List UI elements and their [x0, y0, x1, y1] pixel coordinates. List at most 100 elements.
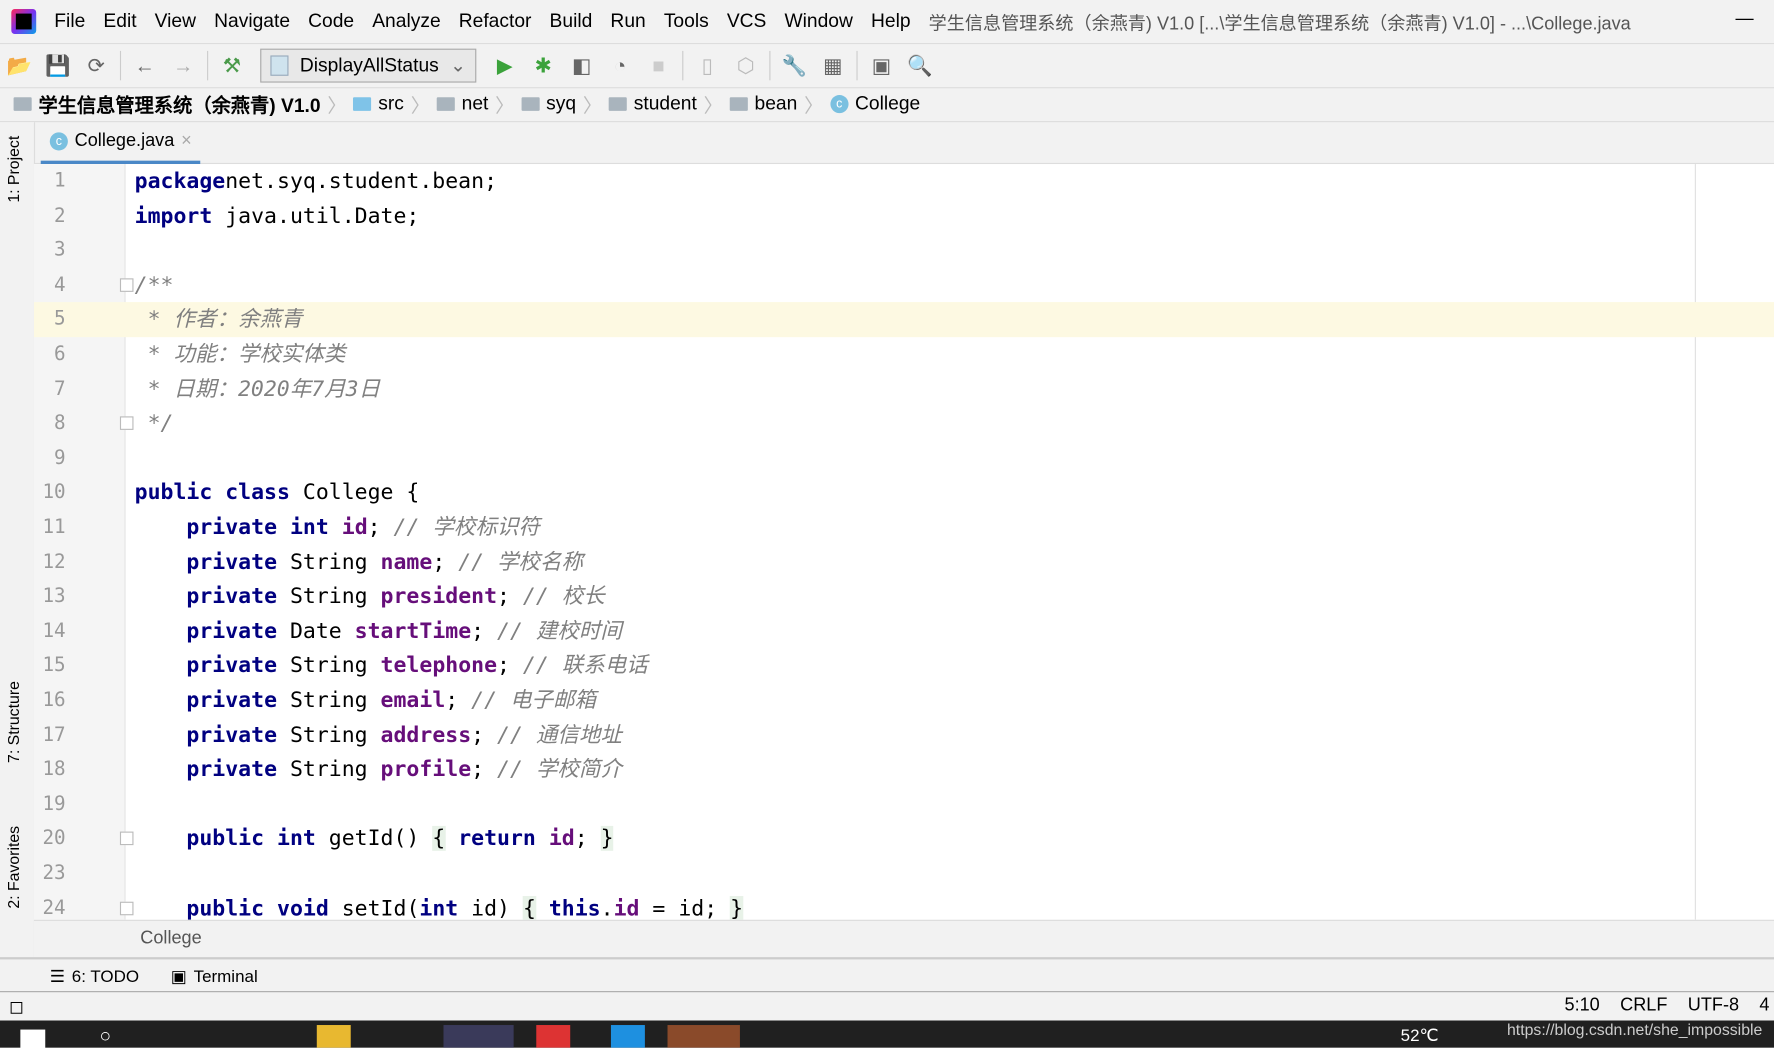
sync-icon[interactable]: ⟳: [81, 51, 110, 80]
breadcrumb-item[interactable]: student: [608, 92, 697, 115]
project-structure-icon[interactable]: ▦: [818, 51, 847, 80]
fold-marker-icon[interactable]: [119, 416, 134, 431]
todo-tool-button[interactable]: ☰ 6: TODO: [50, 966, 139, 987]
tab-college-java[interactable]: c College.java ×: [40, 122, 201, 165]
menu-code[interactable]: Code: [308, 10, 354, 33]
fold-marker-icon[interactable]: [119, 278, 134, 292]
file-encoding[interactable]: UTF-8: [1688, 996, 1739, 1016]
code-line[interactable]: 12 private String name; // 学校名称: [34, 545, 1774, 580]
line-number: 5: [54, 308, 66, 331]
line-separator[interactable]: CRLF: [1620, 996, 1667, 1016]
indent-setting[interactable]: 4: [1759, 996, 1769, 1016]
intellij-taskbar-icon[interactable]: [443, 1025, 514, 1048]
settings-wrench-icon[interactable]: 🔧: [780, 51, 809, 80]
structure-tool-tab[interactable]: 7: Structure: [5, 681, 23, 763]
breadcrumb-item[interactable]: bean: [729, 92, 797, 115]
menu-vcs[interactable]: VCS: [727, 10, 767, 33]
code-line[interactable]: 4 /**: [34, 268, 1774, 303]
code-token: private: [186, 722, 278, 748]
fold-marker-icon[interactable]: [119, 832, 134, 846]
menu-window[interactable]: Window: [784, 10, 852, 33]
code-line[interactable]: 14 private Date startTime; // 建校时间: [34, 614, 1774, 649]
toggle-tool-windows-icon[interactable]: ◻: [9, 996, 24, 1019]
menu-run[interactable]: Run: [610, 10, 645, 33]
menu-help[interactable]: Help: [871, 10, 911, 33]
config-icon: [270, 55, 289, 76]
chrome-icon[interactable]: [536, 1025, 571, 1048]
code-line[interactable]: 8 */: [34, 406, 1774, 441]
forward-icon[interactable]: →: [169, 51, 198, 80]
chevron-right-icon: 〉: [410, 95, 430, 117]
class-icon: c: [830, 94, 849, 113]
chevron-right-icon: 〉: [582, 95, 603, 117]
caret-position[interactable]: 5:10: [1565, 996, 1600, 1016]
code-line[interactable]: 10 public class College {: [34, 476, 1774, 511]
run-configuration-select[interactable]: DisplayAllStatus ⌄: [260, 48, 477, 83]
menu-refactor[interactable]: Refactor: [459, 10, 532, 33]
debug-icon[interactable]: ✱: [528, 51, 557, 80]
menu-build[interactable]: Build: [550, 10, 593, 33]
code-line[interactable]: 1 packagenet.syq.student.bean;: [34, 164, 1774, 199]
breadcrumb-label: src: [378, 92, 404, 114]
search-icon[interactable]: 🔍: [905, 51, 934, 80]
profile-icon[interactable]: ◔: [605, 51, 634, 80]
code-line[interactable]: 13 private String president; // 校长: [34, 579, 1774, 614]
code-line[interactable]: 19: [34, 787, 1774, 822]
project-tool-tab[interactable]: 1: Project: [5, 136, 23, 203]
menu-file[interactable]: File: [54, 10, 85, 33]
code-line[interactable]: 20 public int getId() { return id; }: [34, 822, 1774, 857]
code-line[interactable]: 3: [34, 233, 1774, 268]
breadcrumb-item[interactable]: src: [353, 92, 404, 115]
toolbar: 📂 💾 ⟳ ← → ⚒ DisplayAllStatus ⌄ ▶ ✱ ◧ ◔ ■ …: [0, 42, 1774, 89]
structure-crumb-class[interactable]: College: [140, 929, 201, 949]
menu-view[interactable]: View: [155, 10, 196, 33]
chevron-right-icon: 〉: [495, 95, 515, 117]
code-token: // 学校标识符: [393, 514, 540, 540]
code-line[interactable]: 17 private String address; // 通信地址: [34, 718, 1774, 753]
line-number: 1: [54, 169, 66, 193]
breadcrumb-item[interactable]: net: [436, 92, 488, 115]
code-line[interactable]: 5 * 作者：余燕青: [33, 302, 1774, 338]
open-folder-icon[interactable]: 📂: [5, 51, 34, 80]
code-token: import: [134, 203, 213, 229]
breadcrumb-item[interactable]: c College: [830, 92, 920, 115]
run-anything-icon[interactable]: ▣: [867, 51, 896, 80]
menu-tools[interactable]: Tools: [664, 10, 709, 33]
file-explorer-icon[interactable]: [316, 1025, 351, 1048]
code-line[interactable]: 18 private String profile; // 学校简介: [34, 753, 1774, 788]
back-icon[interactable]: ←: [130, 51, 159, 80]
menu-edit[interactable]: Edit: [103, 10, 136, 33]
code-line[interactable]: 15 private String telephone; // 联系电话: [34, 649, 1774, 684]
stop-icon[interactable]: ■: [644, 51, 673, 80]
code-line[interactable]: 2 import java.util.Date;: [34, 199, 1774, 234]
app-icon[interactable]: [610, 1025, 645, 1048]
breadcrumb-item[interactable]: syq: [521, 92, 576, 115]
app-avatar-icon[interactable]: [667, 1025, 740, 1048]
save-icon[interactable]: 💾: [43, 51, 72, 80]
code-line[interactable]: 6 * 功能：学校实体类: [34, 337, 1774, 372]
terminal-tool-button[interactable]: ▣ Terminal: [171, 966, 258, 987]
code-line[interactable]: 16 private String email; // 电子邮箱: [34, 683, 1774, 718]
code-token: .: [600, 895, 614, 920]
minimize-button[interactable]: —: [1736, 9, 1754, 29]
attach-debugger-icon[interactable]: ▯: [692, 51, 721, 80]
search-icon[interactable]: ○: [100, 1025, 134, 1048]
code-editor[interactable]: 1 packagenet.syq.student.bean; 2 import jav…: [33, 164, 1774, 920]
build-hammer-icon[interactable]: ⚒: [217, 51, 246, 80]
breadcrumb-item[interactable]: 学生信息管理系统（余燕青) V1.0: [13, 89, 321, 117]
deploy-icon[interactable]: ⬡: [731, 51, 760, 80]
code-line[interactable]: 23: [34, 856, 1774, 891]
menu-navigate[interactable]: Navigate: [214, 10, 290, 33]
favorites-tool-tab[interactable]: 2: Favorites: [5, 826, 23, 909]
code-line[interactable]: 24 public void setId(int id) { this.id =…: [34, 891, 1774, 920]
fold-marker-icon[interactable]: [119, 901, 134, 915]
coverage-icon[interactable]: ◧: [567, 51, 596, 80]
code-line[interactable]: 9: [34, 441, 1774, 476]
close-tab-icon[interactable]: ×: [181, 131, 192, 151]
menu-analyze[interactable]: Analyze: [372, 10, 440, 33]
windows-start-icon[interactable]: [20, 1029, 46, 1048]
run-icon[interactable]: ▶: [490, 51, 519, 80]
code-line[interactable]: 11 private int id; // 学校标识符: [34, 510, 1774, 545]
code-line[interactable]: 7 * 日期：2020年7月3日: [34, 372, 1774, 407]
